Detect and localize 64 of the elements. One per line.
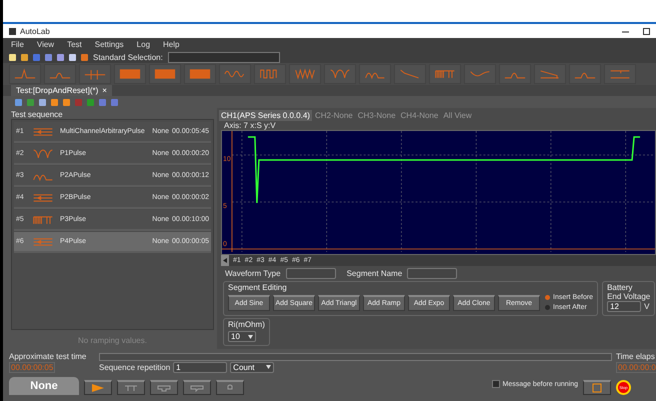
waveform-tile[interactable]	[534, 64, 566, 84]
waveform-tile[interactable]	[149, 64, 181, 84]
menu-item[interactable]: File	[11, 40, 24, 49]
elapsed-time: 00.00:00:0	[616, 362, 656, 372]
axis-caption: Axis: 7 x:S y:V	[223, 121, 277, 130]
field-label: Waveform Type	[225, 269, 281, 278]
waveform-tile[interactable]	[499, 64, 531, 84]
waveform-type-field[interactable]	[286, 268, 336, 279]
menu-item[interactable]: View	[36, 40, 54, 49]
window-title: AutoLab	[20, 26, 50, 36]
toolbar-label: Standard Selection:	[93, 52, 163, 62]
approx-time: 00.00:00:05	[9, 362, 56, 372]
waveform-tile[interactable]	[394, 64, 426, 84]
report-icon	[592, 383, 602, 393]
standard-selection-dropdown[interactable]	[168, 52, 280, 62]
waveform-tile[interactable]	[254, 64, 286, 84]
waveform-tile[interactable]	[359, 64, 391, 84]
channel-tab[interactable]: CH1(APS Series 0.0.0.4)	[219, 110, 312, 121]
field-label: Sequence repetition	[99, 362, 170, 372]
app-icon	[9, 28, 16, 34]
waveform-tile[interactable]	[44, 64, 76, 84]
waveform-tile[interactable]	[289, 64, 321, 84]
menu-item[interactable]: Help	[163, 40, 180, 49]
field-label: End Voltage	[607, 292, 650, 301]
maximize-icon[interactable]	[643, 28, 650, 34]
group-title: Ri(mOhm)	[228, 320, 265, 329]
field-label: Time elaps	[616, 352, 656, 361]
waveform-tile[interactable]	[184, 64, 216, 84]
waveform-tile[interactable]	[569, 64, 601, 84]
left-arrow-icon	[223, 258, 227, 263]
group-title: Segment Editing	[228, 283, 288, 292]
report-button[interactable]	[583, 380, 611, 395]
waveform-tile[interactable]	[79, 64, 111, 84]
control-button[interactable]	[117, 380, 145, 395]
group-title: Test sequence	[11, 110, 64, 119]
scroll-left-button[interactable]	[221, 255, 229, 266]
play-button[interactable]	[84, 380, 112, 395]
waveform-tile[interactable]	[114, 64, 146, 84]
control-button[interactable]	[150, 380, 178, 395]
control-button[interactable]	[216, 380, 244, 395]
voltage-field[interactable]: 12	[607, 301, 642, 312]
menu-item[interactable]: Log	[136, 40, 150, 49]
ri-dropdown[interactable]: 10	[228, 331, 256, 342]
field-label: Segment Name	[346, 269, 402, 278]
document-tab[interactable]: Test:[DropAndReset](*) ×	[11, 85, 112, 96]
count-dropdown[interactable]: Count	[230, 362, 274, 372]
play-icon	[91, 383, 105, 393]
control-button[interactable]	[183, 380, 211, 395]
dropdown-caret-icon[interactable]	[248, 334, 253, 338]
menu-item[interactable]: Test	[67, 40, 82, 49]
waveform-tile[interactable]	[604, 64, 636, 84]
waveform-tile[interactable]	[9, 64, 41, 84]
group-title: Battery	[607, 283, 634, 292]
unit-label: V	[644, 302, 650, 311]
waveform-tile[interactable]	[464, 64, 496, 84]
waveform-tile[interactable]	[219, 64, 251, 84]
segment-name-field[interactable]	[407, 268, 458, 279]
waveform-tile[interactable]	[324, 64, 356, 84]
menu-item[interactable]: Settings	[94, 40, 124, 49]
waveform-tile[interactable]	[429, 64, 461, 84]
dropdown-caret-icon[interactable]	[266, 365, 272, 369]
pulse-icon	[124, 384, 138, 392]
repetition-field[interactable]: 1	[173, 362, 228, 372]
field-label: Approximate test time	[9, 352, 88, 361]
